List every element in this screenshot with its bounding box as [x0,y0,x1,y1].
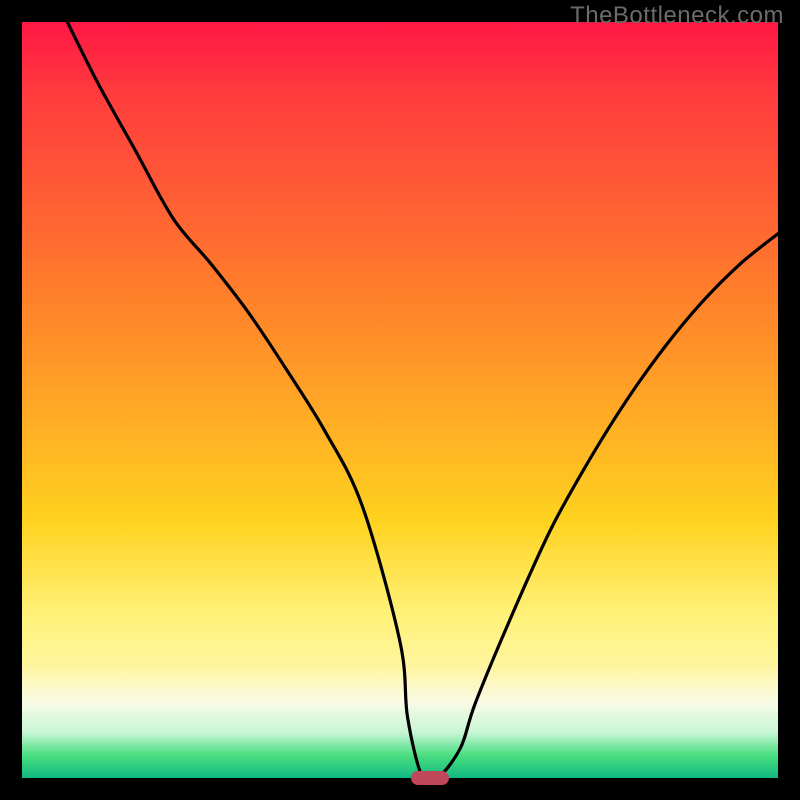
bottleneck-curve [22,22,778,778]
optimal-marker [411,771,449,785]
watermark-text: TheBottleneck.com [570,2,784,30]
plot-area [22,22,778,778]
chart-frame: TheBottleneck.com [0,0,800,800]
